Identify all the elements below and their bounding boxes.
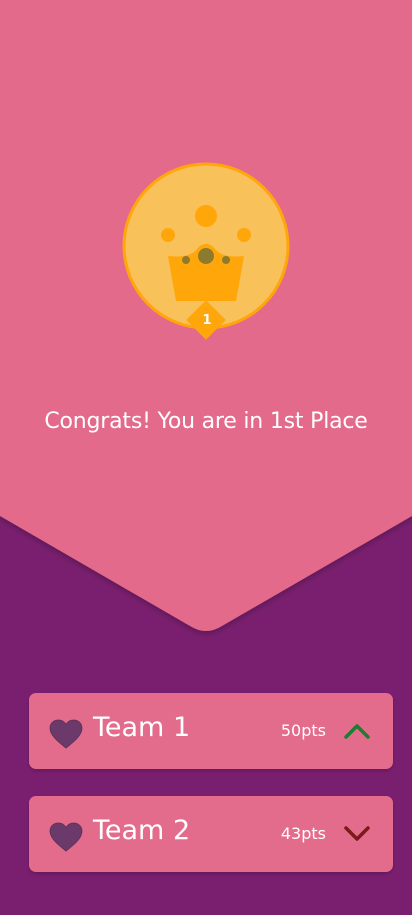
team-points: 50pts (280, 721, 326, 740)
team-card-2[interactable]: Team 2 43pts (29, 796, 393, 872)
team-card-1[interactable]: Team 1 50pts (29, 693, 393, 769)
chevron-up-icon (344, 724, 370, 739)
congrats-message: Congrats! You are in 1st Place (44, 409, 368, 434)
team-name: Team 1 (93, 712, 191, 743)
heart-icon (49, 719, 83, 749)
team-name: Team 2 (93, 815, 191, 846)
chevron-down-icon (344, 826, 370, 841)
rank-number: 1 (202, 313, 212, 328)
heart-icon (49, 822, 83, 852)
team-points: 43pts (280, 824, 326, 843)
first-place-badge: 1 (122, 162, 292, 343)
hero-banner: 1 Congrats! You are in 1st Place (0, 0, 412, 640)
